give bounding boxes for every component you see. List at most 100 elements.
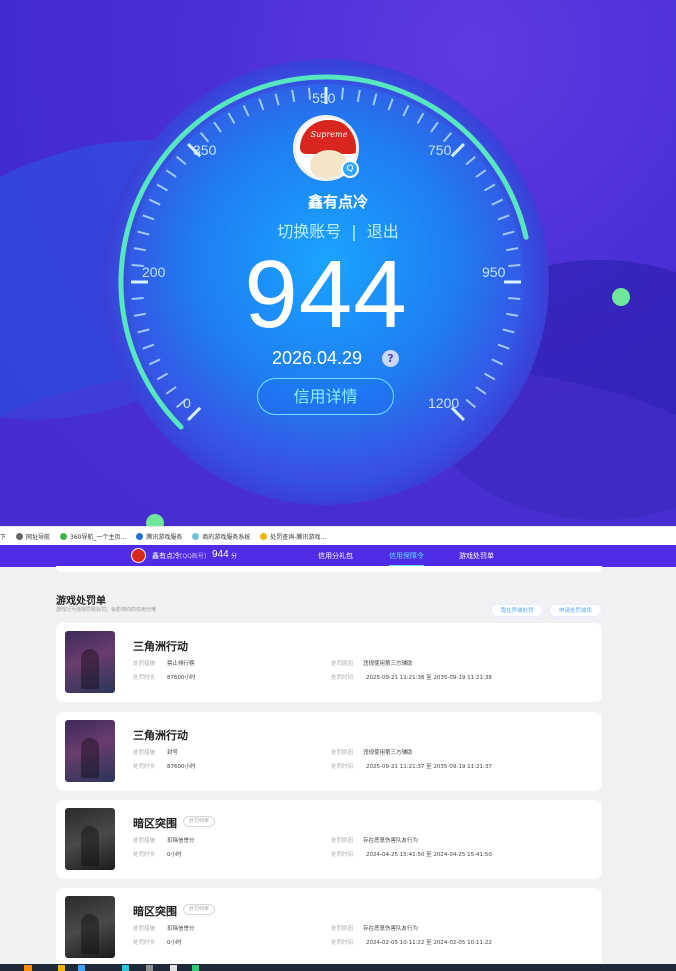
taskbar-app-icon[interactable]	[78, 965, 85, 971]
taskbar-app-icon[interactable]	[192, 965, 199, 971]
start-icon[interactable]	[24, 965, 32, 971]
gauge-tick	[340, 87, 344, 100]
tab-credit-gift[interactable]: 信用分礼包	[318, 551, 353, 567]
bookmark-item[interactable]: 处罚查询-腾讯游戏...	[260, 532, 326, 541]
duration-value: 87600小时	[167, 675, 196, 681]
gauge-label-0: 0	[183, 395, 191, 411]
tencent-icon	[136, 532, 144, 540]
measure-value: 封号	[167, 750, 179, 756]
gauge-label-200: 200	[142, 264, 166, 280]
switch-account-link[interactable]: 切换账号	[277, 218, 341, 242]
time-value: 2024-04-25 15:41:50 至 2024-04-25 15:41:5…	[366, 850, 492, 858]
time-start: 2025-09-21 11:21:38	[366, 675, 425, 681]
decor-dot	[146, 514, 164, 526]
star-icon	[260, 532, 268, 540]
nav-score-unit: 分	[231, 553, 238, 560]
game-title: 暗区突围	[133, 905, 177, 918]
reason-value: 存在恶意伤害队友行为	[363, 838, 419, 844]
status-badge: 处罚结束	[183, 816, 216, 827]
bookmark-item[interactable]: 360导航_一个主页...	[60, 532, 126, 541]
reason-label: 处罚原因	[331, 838, 354, 844]
game-thumbnail	[65, 896, 115, 958]
bookmark-label: 腾讯游戏服务	[146, 533, 183, 541]
top-navbar: 鑫有点冷 [QQ账号] 944 分 信用分礼包 信用保障令 游戏处罚单	[0, 545, 676, 567]
game-character	[81, 649, 99, 689]
gauge-tick	[308, 87, 312, 100]
duration-value: 87600小时	[167, 764, 196, 770]
360-icon	[60, 532, 68, 540]
os-taskbar	[0, 964, 676, 971]
duration-value: 0小时	[167, 852, 182, 858]
duration-label: 处罚时长	[133, 764, 156, 770]
time-label: 处罚时间	[331, 852, 354, 858]
nav-account-tag: [QQ账号]	[180, 553, 207, 560]
avatar-cap-text: Supreme	[310, 130, 348, 139]
taskbar-app-icon[interactable]	[58, 965, 65, 971]
time-label: 处罚时间	[331, 940, 354, 946]
time-separator: 至	[426, 675, 432, 681]
duration-label: 处罚时长	[133, 940, 156, 946]
duration-value: 0小时	[167, 940, 182, 946]
taskbar-app-icon[interactable]	[122, 965, 129, 971]
bookmark-item[interactable]: 网址导航	[16, 532, 50, 541]
penalty-card[interactable]: 三角洲行动 处罚措施 封号 处罚时长 87600小时 处罚原因 违规使用第三方辅助 处罚时间 2…	[56, 712, 602, 791]
tab-credit-guarantee[interactable]: 信用保障令	[389, 551, 424, 567]
time-start: 2024-04-25 15:41:50	[366, 852, 425, 858]
game-title: 三角洲行动	[133, 640, 188, 653]
credit-score: 944	[244, 241, 408, 348]
penalty-reduction-button[interactable]: 申请处罚减免	[549, 604, 602, 617]
duration-label: 处罚时长	[133, 852, 156, 858]
reason-value: 违规使用第三方辅助	[363, 661, 413, 667]
bookmark-item[interactable]: 腾讯游戏服务	[136, 532, 182, 541]
bookmark-label: 网址导航	[26, 533, 51, 541]
nav-username: 鑫有点冷	[152, 552, 180, 560]
logout-link[interactable]: 退出	[367, 218, 399, 242]
measure-value: 禁止排行榜	[167, 661, 195, 667]
penalty-card[interactable]: 暗区突围 处罚结束 处罚措施 扣除信誉分 处罚时长 0小时 处罚原因 存在恶意伤害队友行为 处罚…	[56, 800, 602, 879]
time-end: 2035-09-19 11:21:37	[433, 764, 492, 770]
reason-label: 处罚原因	[331, 750, 354, 756]
measure-label: 处罚措施	[133, 750, 156, 756]
time-separator: 至	[426, 852, 432, 858]
time-end: 2024-04-25 15:41:50	[433, 852, 492, 858]
time-value: 2025-09-21 11:21:38 至 2035-09-19 11:21:3…	[366, 673, 492, 681]
bookmark-item[interactable]: 下	[0, 532, 6, 541]
penalty-card[interactable]: 三角洲行动 处罚措施 禁止排行榜 处罚时长 87600小时 处罚原因 违规使用第三方辅助 处罚…	[56, 623, 602, 702]
game-character	[81, 826, 99, 866]
taskbar-app-icon[interactable]	[146, 965, 153, 971]
time-label: 处罚时间	[331, 764, 354, 770]
game-character	[81, 738, 99, 778]
gauge-tick	[508, 264, 521, 268]
gauge-tick	[131, 296, 144, 300]
gauge-label-950: 950	[482, 264, 506, 280]
globe-icon	[16, 532, 24, 540]
time-value: 2025-09-21 11:21:37 至 2035-09-19 11:21:3…	[366, 762, 492, 770]
measure-label: 处罚措施	[133, 838, 156, 844]
reason-value: 存在恶意伤害队友行为	[363, 926, 419, 932]
penalty-appeal-button[interactable]: 我在异端处罚	[491, 604, 543, 617]
tab-game-penalties[interactable]: 游戏处罚单	[459, 551, 494, 567]
credit-score-hero: 0 200 350 550 750 950 1200 Supreme Q 鑫有点…	[0, 0, 676, 526]
qq-icon: Q	[341, 160, 359, 178]
bookmark-item[interactable]: 商的游戏服务系统	[192, 532, 250, 541]
reason-label: 处罚原因	[331, 661, 354, 667]
help-icon[interactable]: ?	[382, 350, 399, 367]
time-label: 处罚时间	[331, 675, 354, 681]
duration-label: 处罚时长	[133, 675, 156, 681]
nav-avatar[interactable]	[131, 548, 146, 563]
taskbar-app-icon[interactable]	[170, 965, 177, 971]
penalty-card[interactable]: 暗区突围 处罚结束 处罚措施 扣除信誉分 处罚时长 0小时 处罚原因 存在恶意伤害队友行为 处罚…	[56, 888, 602, 967]
bookmarks-bar: 下 网址导航 360导航_一个主页... 腾讯游戏服务 商的游戏服务系统 处罚查询-腾讯游…	[0, 526, 676, 545]
username: 鑫有点冷	[307, 193, 368, 211]
account-actions: 切换账号 | 退出	[238, 218, 438, 242]
section-title: 游戏处罚单	[56, 596, 106, 607]
time-value: 2024-02-05 10:11:22 至 2024-02-05 10:11:2…	[366, 938, 492, 946]
bookmark-label: 下	[0, 533, 7, 541]
divider: |	[351, 222, 357, 241]
game-thumbnail	[65, 720, 115, 782]
gauge-label-350: 350	[193, 142, 217, 158]
bookmark-label: 处罚查询-腾讯游戏...	[270, 533, 327, 541]
bookmark-label: 360导航_一个主页...	[70, 533, 127, 541]
credit-detail-button[interactable]: 信用详情	[257, 378, 394, 415]
previous-card-edge	[56, 566, 602, 572]
